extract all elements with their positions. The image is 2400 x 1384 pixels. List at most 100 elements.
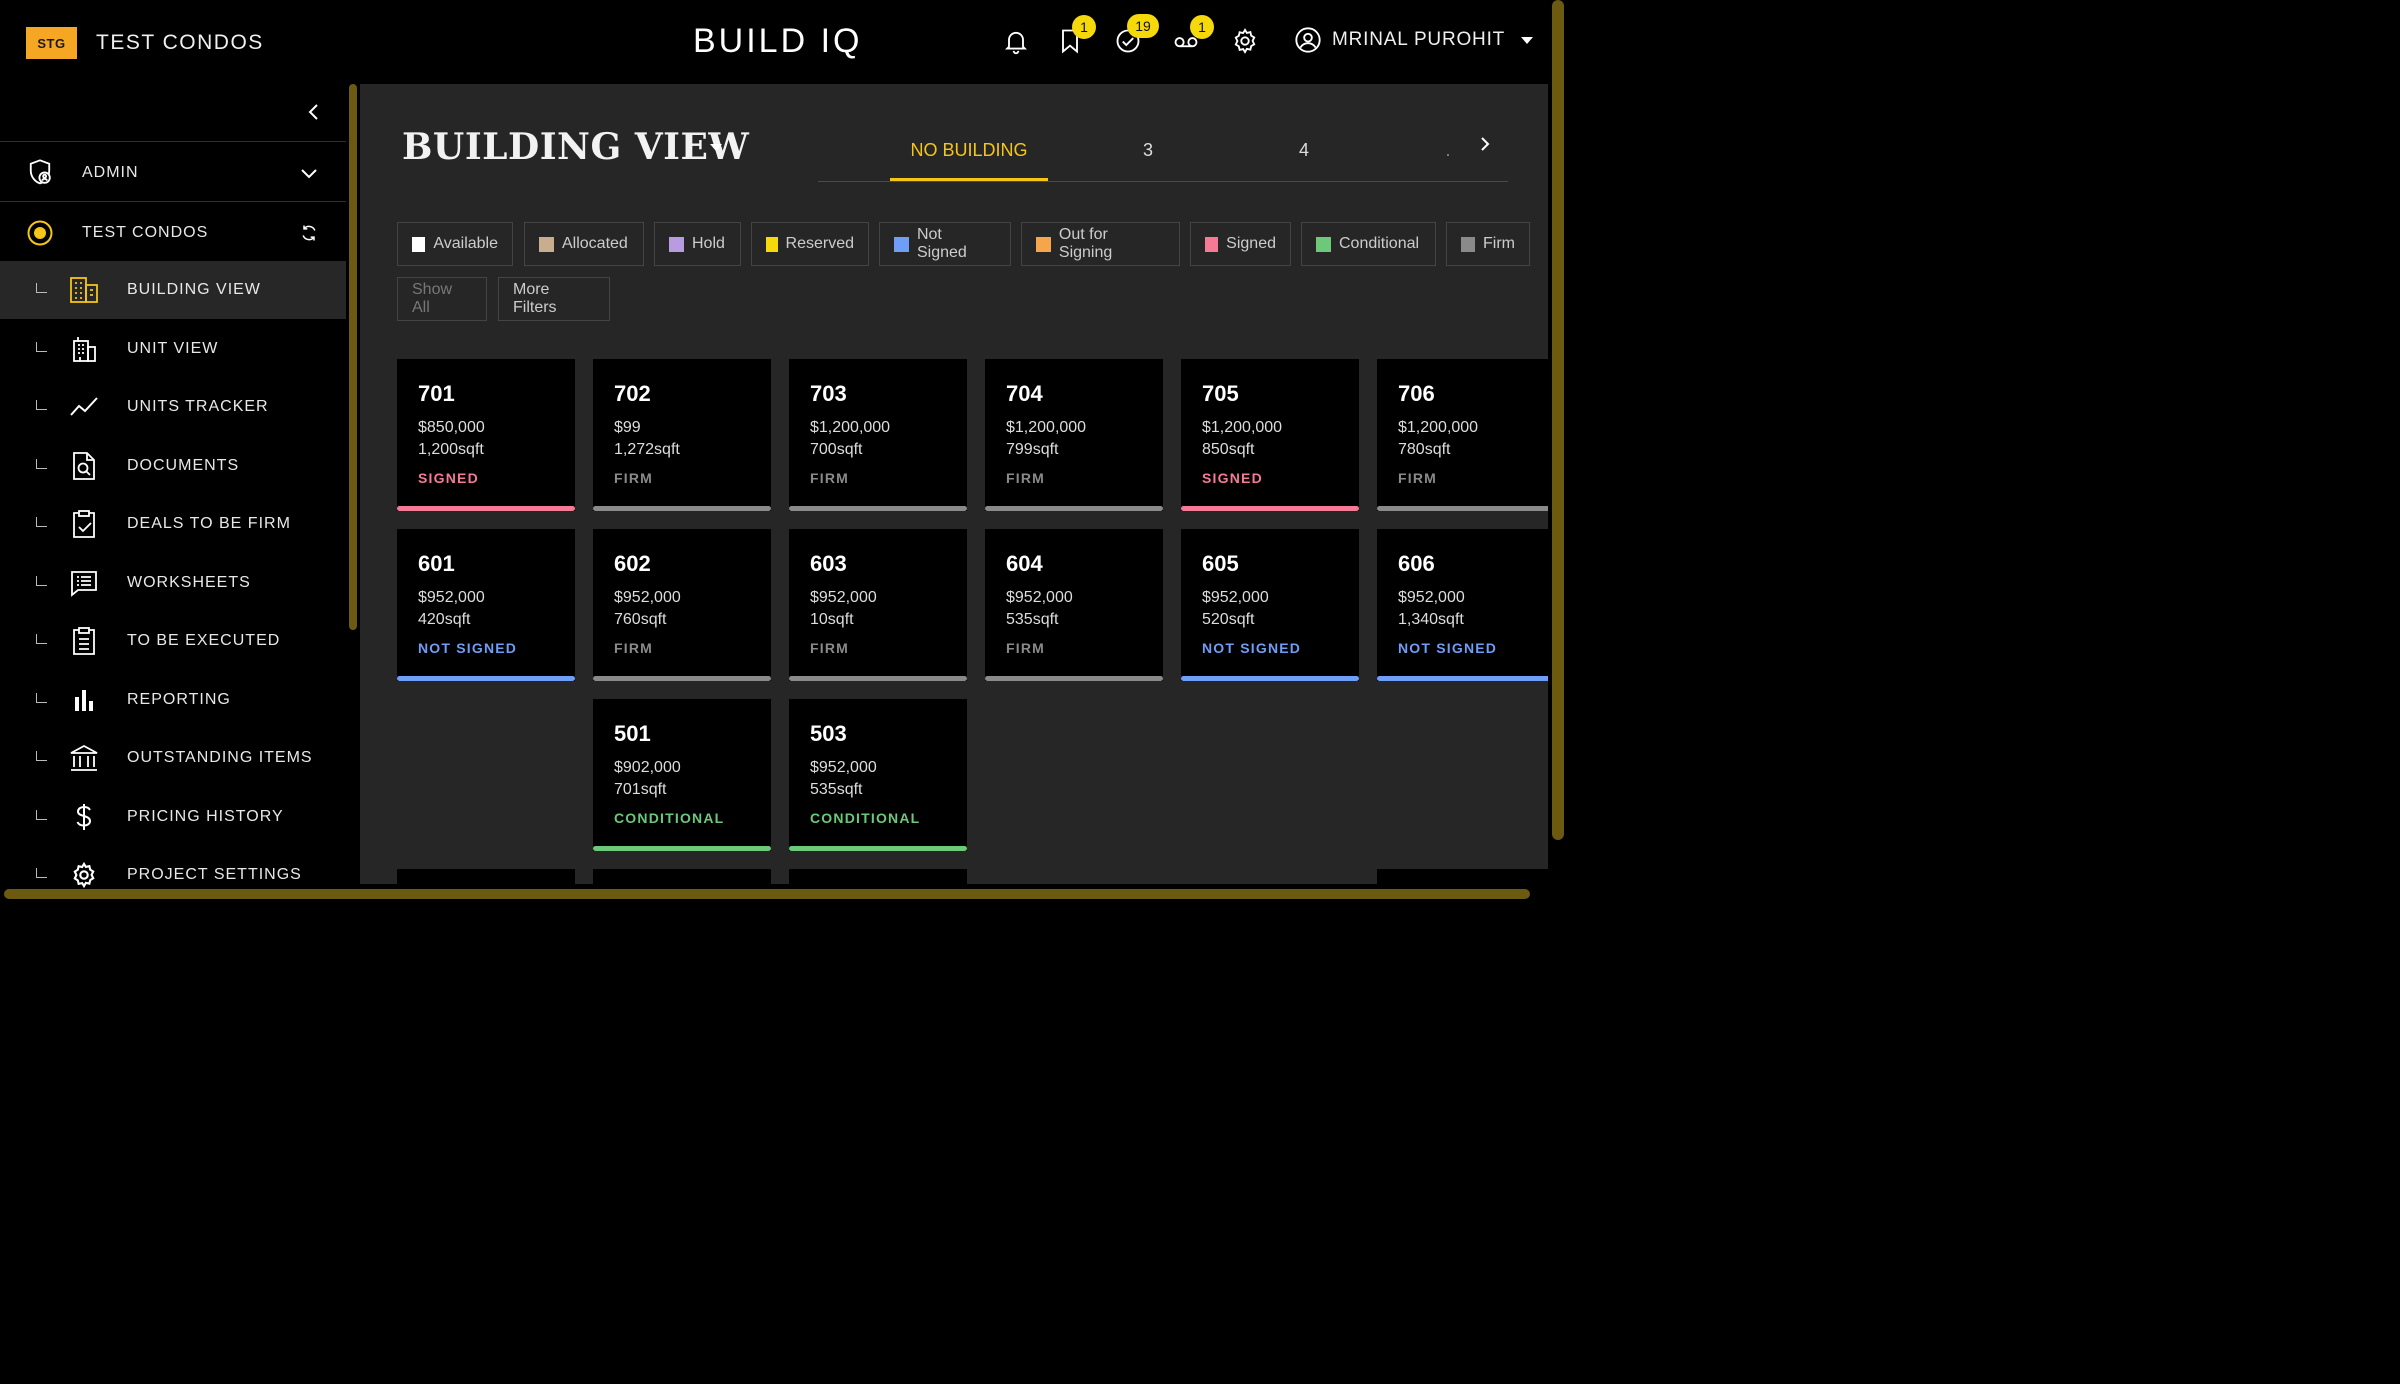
unit-area: 420sqft xyxy=(418,611,471,628)
unit-status: SIGNED xyxy=(1202,470,1263,486)
legend-filter-out-for-signing[interactable]: Out for Signing xyxy=(1021,222,1180,266)
unit-area: 1,340sqft xyxy=(1398,611,1464,628)
unit-card[interactable]: 705 $1,200,000 850sqft SIGNED xyxy=(1181,359,1359,511)
unit-card-partial[interactable] xyxy=(789,869,967,884)
user-avatar-icon xyxy=(1294,26,1322,54)
tree-connector xyxy=(36,459,47,469)
tree-connector xyxy=(36,517,47,527)
unit-area: 799sqft xyxy=(1006,441,1059,458)
sidebar-section-project[interactable]: TEST CONDOS xyxy=(0,204,346,262)
sidebar-item-label: BUILDING VIEW xyxy=(127,281,261,298)
legend-swatch xyxy=(894,236,909,252)
project-name[interactable]: TEST CONDOS xyxy=(96,31,264,55)
sidebar-item-documents[interactable]: DOCUMENTS xyxy=(0,437,346,495)
unit-price: $952,000 xyxy=(810,759,877,776)
unit-status-bar xyxy=(397,506,575,511)
gear-icon[interactable] xyxy=(1230,26,1260,56)
unit-card-partial[interactable] xyxy=(593,869,771,884)
tab-more[interactable]: . xyxy=(1438,140,1458,161)
unit-status-bar xyxy=(1181,506,1359,511)
bell-icon[interactable] xyxy=(1001,26,1031,56)
legend-filter-not-signed[interactable]: Not Signed xyxy=(879,222,1011,266)
unit-price: $850,000 xyxy=(418,419,485,436)
unit-status-bar xyxy=(985,506,1163,511)
unit-price: $952,000 xyxy=(1398,589,1465,606)
more-filters-button[interactable]: More Filters xyxy=(498,277,610,321)
unit-card-partial[interactable] xyxy=(1377,869,1548,884)
unit-status: SIGNED xyxy=(418,470,479,486)
refresh-icon[interactable] xyxy=(296,220,322,246)
sidebar-item-outstanding-items[interactable]: OUTSTANDING ITEMS xyxy=(0,729,346,787)
tab-building-4[interactable]: 4 xyxy=(1284,140,1324,161)
unit-card[interactable]: 501 $902,000 701sqft CONDITIONAL xyxy=(593,699,771,851)
unit-card[interactable]: 602 $952,000 760sqft FIRM xyxy=(593,529,771,681)
chevron-down-icon xyxy=(296,160,322,186)
voicemail-count-badge: 1 xyxy=(1190,15,1214,39)
unit-price: $902,000 xyxy=(614,759,681,776)
legend-filter-reserved[interactable]: Reserved xyxy=(751,222,869,266)
unit-status-bar xyxy=(1377,506,1548,511)
unit-card[interactable]: 704 $1,200,000 799sqft FIRM xyxy=(985,359,1163,511)
sidebar-item-units-tracker[interactable]: UNITS TRACKER xyxy=(0,378,346,436)
main-content: BUILDING VIEW NO BUILDING 3 4 . Availabl… xyxy=(360,84,1548,884)
unit-status: FIRM xyxy=(1006,640,1046,656)
unit-card[interactable]: 605 $952,000 520sqft NOT SIGNED xyxy=(1181,529,1359,681)
unit-area: 780sqft xyxy=(1398,441,1451,458)
sidebar-item-building-view[interactable]: BUILDING VIEW xyxy=(0,261,346,319)
unit-number: 702 xyxy=(614,381,651,406)
tab-building-3[interactable]: 3 xyxy=(1128,140,1168,161)
chevron-down-icon[interactable] xyxy=(710,144,722,151)
legend-label: Hold xyxy=(692,235,725,252)
tab-no-building[interactable]: NO BUILDING xyxy=(890,140,1048,161)
sidebar-item-to-be-executed[interactable]: TO BE EXECUTED xyxy=(0,612,346,670)
unit-card[interactable]: 601 $952,000 420sqft NOT SIGNED xyxy=(397,529,575,681)
unit-card[interactable]: 503 $952,000 535sqft CONDITIONAL xyxy=(789,699,967,851)
chevron-right-icon[interactable] xyxy=(1478,136,1492,157)
legend-filter-hold[interactable]: Hold xyxy=(654,222,741,266)
unit-card[interactable]: 703 $1,200,000 700sqft FIRM xyxy=(789,359,967,511)
legend-filter-signed[interactable]: Signed xyxy=(1190,222,1291,266)
tree-connector xyxy=(36,342,47,352)
unit-card[interactable]: 604 $952,000 535sqft FIRM xyxy=(985,529,1163,681)
environment-badge: STG xyxy=(26,27,77,59)
legend-filter-conditional[interactable]: Conditional xyxy=(1301,222,1436,266)
show-all-button[interactable]: Show All xyxy=(397,277,487,321)
top-bar: STG TEST CONDOS BUILD IQ 1 19 1 MRINAL P… xyxy=(0,0,1568,84)
bar-chart-icon xyxy=(68,684,100,716)
unit-status-bar xyxy=(593,846,771,851)
unit-card[interactable]: 702 $99 1,272sqft FIRM xyxy=(593,359,771,511)
legend-filter-available[interactable]: Available xyxy=(397,222,513,266)
unit-card[interactable]: 603 $952,000 10sqft FIRM xyxy=(789,529,967,681)
building-icon xyxy=(68,274,100,306)
legend-filter-allocated[interactable]: Allocated xyxy=(524,222,644,266)
dollar-icon xyxy=(68,801,100,833)
page-vertical-scrollbar[interactable] xyxy=(1552,0,1564,840)
legend-label: Not Signed xyxy=(916,226,967,261)
legend-filter-firm[interactable]: Firm xyxy=(1446,222,1530,266)
sidebar-item-project-settings[interactable]: PROJECT SETTINGS xyxy=(0,846,346,888)
unit-number: 606 xyxy=(1398,551,1435,576)
page-horizontal-scrollbar[interactable] xyxy=(4,889,1530,899)
unit-card-partial[interactable] xyxy=(397,869,575,884)
sidebar-section-admin[interactable]: ADMIN xyxy=(0,144,346,202)
page-title[interactable]: BUILDING VIEW xyxy=(402,126,749,168)
sidebar-item-worksheets[interactable]: WORKSHEETS xyxy=(0,554,346,612)
unit-price: $952,000 xyxy=(1006,589,1073,606)
unit-card[interactable]: 706 $1,200,000 780sqft FIRM xyxy=(1377,359,1548,511)
sidebar-item-reporting[interactable]: REPORTING xyxy=(0,671,346,729)
unit-area: 535sqft xyxy=(1006,611,1059,628)
unit-status-bar xyxy=(397,676,575,681)
sidebar-scrollbar[interactable] xyxy=(349,84,357,630)
clipboard-list-icon xyxy=(68,625,100,657)
collapse-sidebar-button[interactable] xyxy=(300,98,328,126)
unit-status-bar xyxy=(789,676,967,681)
sidebar-item-deals-to-be-firm[interactable]: DEALS TO BE FIRM xyxy=(0,495,346,553)
user-menu[interactable]: MRINAL PUROHIT xyxy=(1294,26,1534,54)
unit-price: $1,200,000 xyxy=(1202,419,1283,436)
unit-card[interactable]: 701 $850,000 1,200sqft SIGNED xyxy=(397,359,575,511)
unit-number: 703 xyxy=(810,381,847,406)
legend-label: Conditional xyxy=(1339,235,1420,252)
sidebar-item-unit-view[interactable]: UNIT VIEW xyxy=(0,320,346,378)
unit-card[interactable]: 606 $952,000 1,340sqft NOT SIGNED xyxy=(1377,529,1548,681)
sidebar-item-pricing-history[interactable]: PRICING HISTORY xyxy=(0,788,346,846)
